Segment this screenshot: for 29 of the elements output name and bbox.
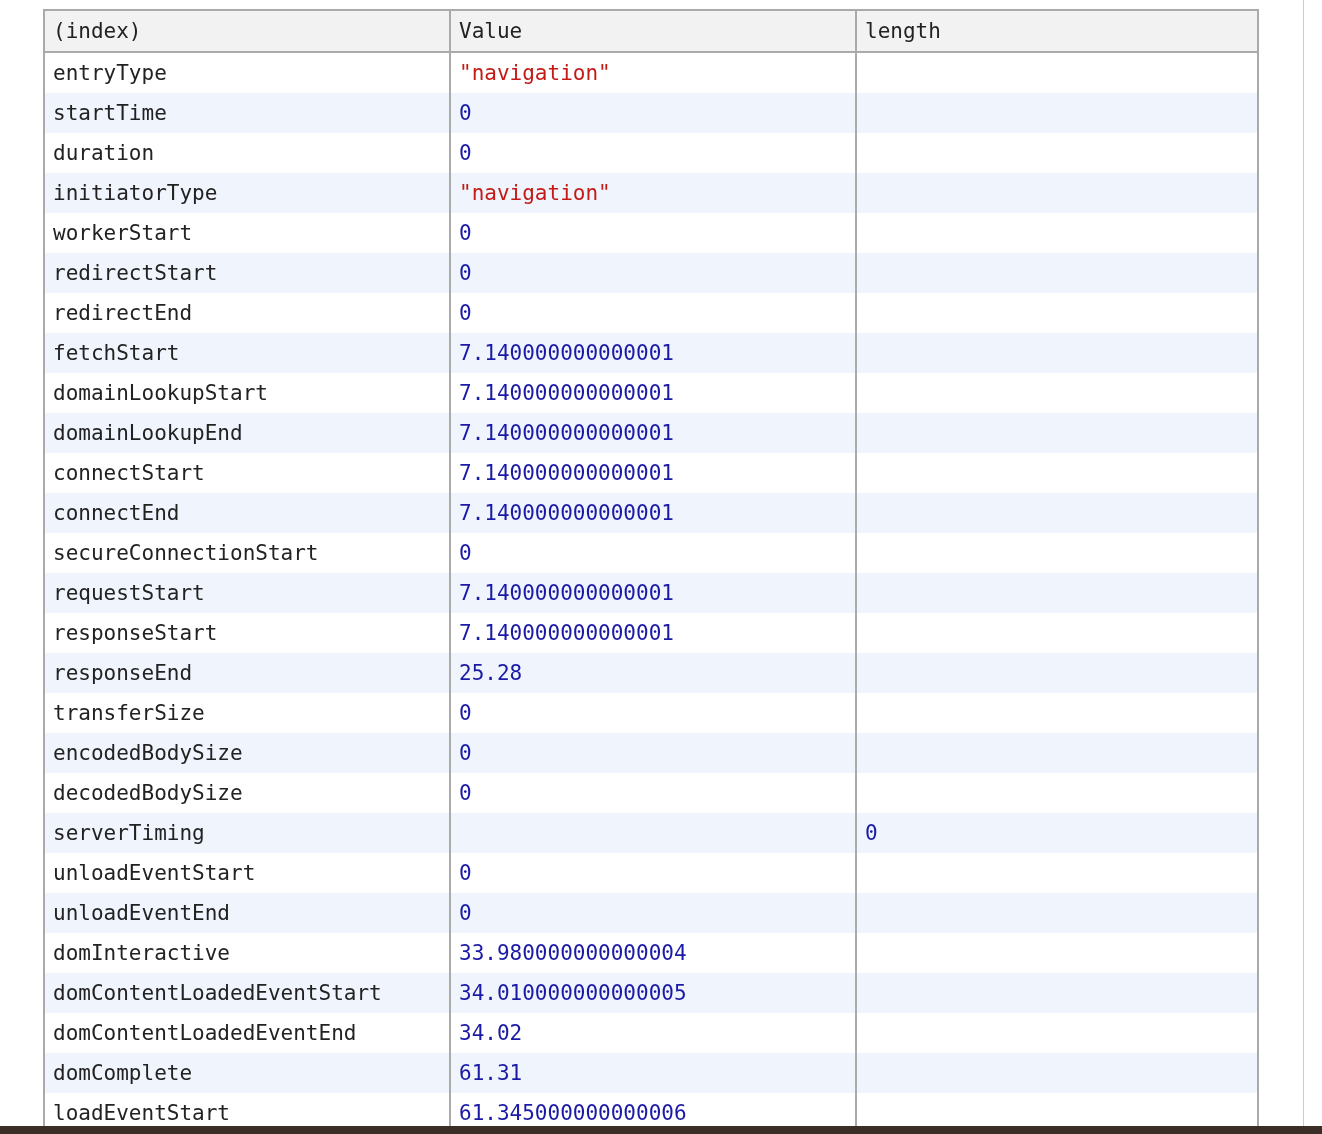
table-cell: unloadEventEnd <box>44 893 450 933</box>
table-cell: initiatorType <box>44 173 450 213</box>
table-cell: 0 <box>450 93 856 133</box>
table-cell: connectEnd <box>44 493 450 533</box>
table-cell: domComplete <box>44 1053 450 1093</box>
table-cell: 7.140000000000001 <box>450 413 856 453</box>
table-cell: "navigation" <box>450 173 856 213</box>
table-cell: startTime <box>44 93 450 133</box>
table-cell: 34.010000000000005 <box>450 973 856 1013</box>
table-cell: 0 <box>450 733 856 773</box>
table-cell: encodedBodySize <box>44 733 450 773</box>
table-cell: 7.140000000000001 <box>450 573 856 613</box>
column-header[interactable]: (index) <box>44 10 450 52</box>
column-header[interactable]: length <box>856 10 1258 52</box>
table-cell: requestStart <box>44 573 450 613</box>
table-cell: 0 <box>856 813 1258 853</box>
table-cell: serverTiming <box>44 813 450 853</box>
table-cell: responseEnd <box>44 653 450 693</box>
column-header[interactable]: Value <box>450 10 856 52</box>
table-cell: 25.28 <box>450 653 856 693</box>
table-cell: 0 <box>450 893 856 933</box>
table-cell: 0 <box>450 253 856 293</box>
table-cell: 7.140000000000001 <box>450 493 856 533</box>
table-cell: domContentLoadedEventStart <box>44 973 450 1013</box>
table-cell: redirectStart <box>44 253 450 293</box>
table-cell: domainLookupEnd <box>44 413 450 453</box>
table-cell: 7.140000000000001 <box>450 333 856 373</box>
table-cell: 61.31 <box>450 1053 856 1093</box>
table-cell: fetchStart <box>44 333 450 373</box>
